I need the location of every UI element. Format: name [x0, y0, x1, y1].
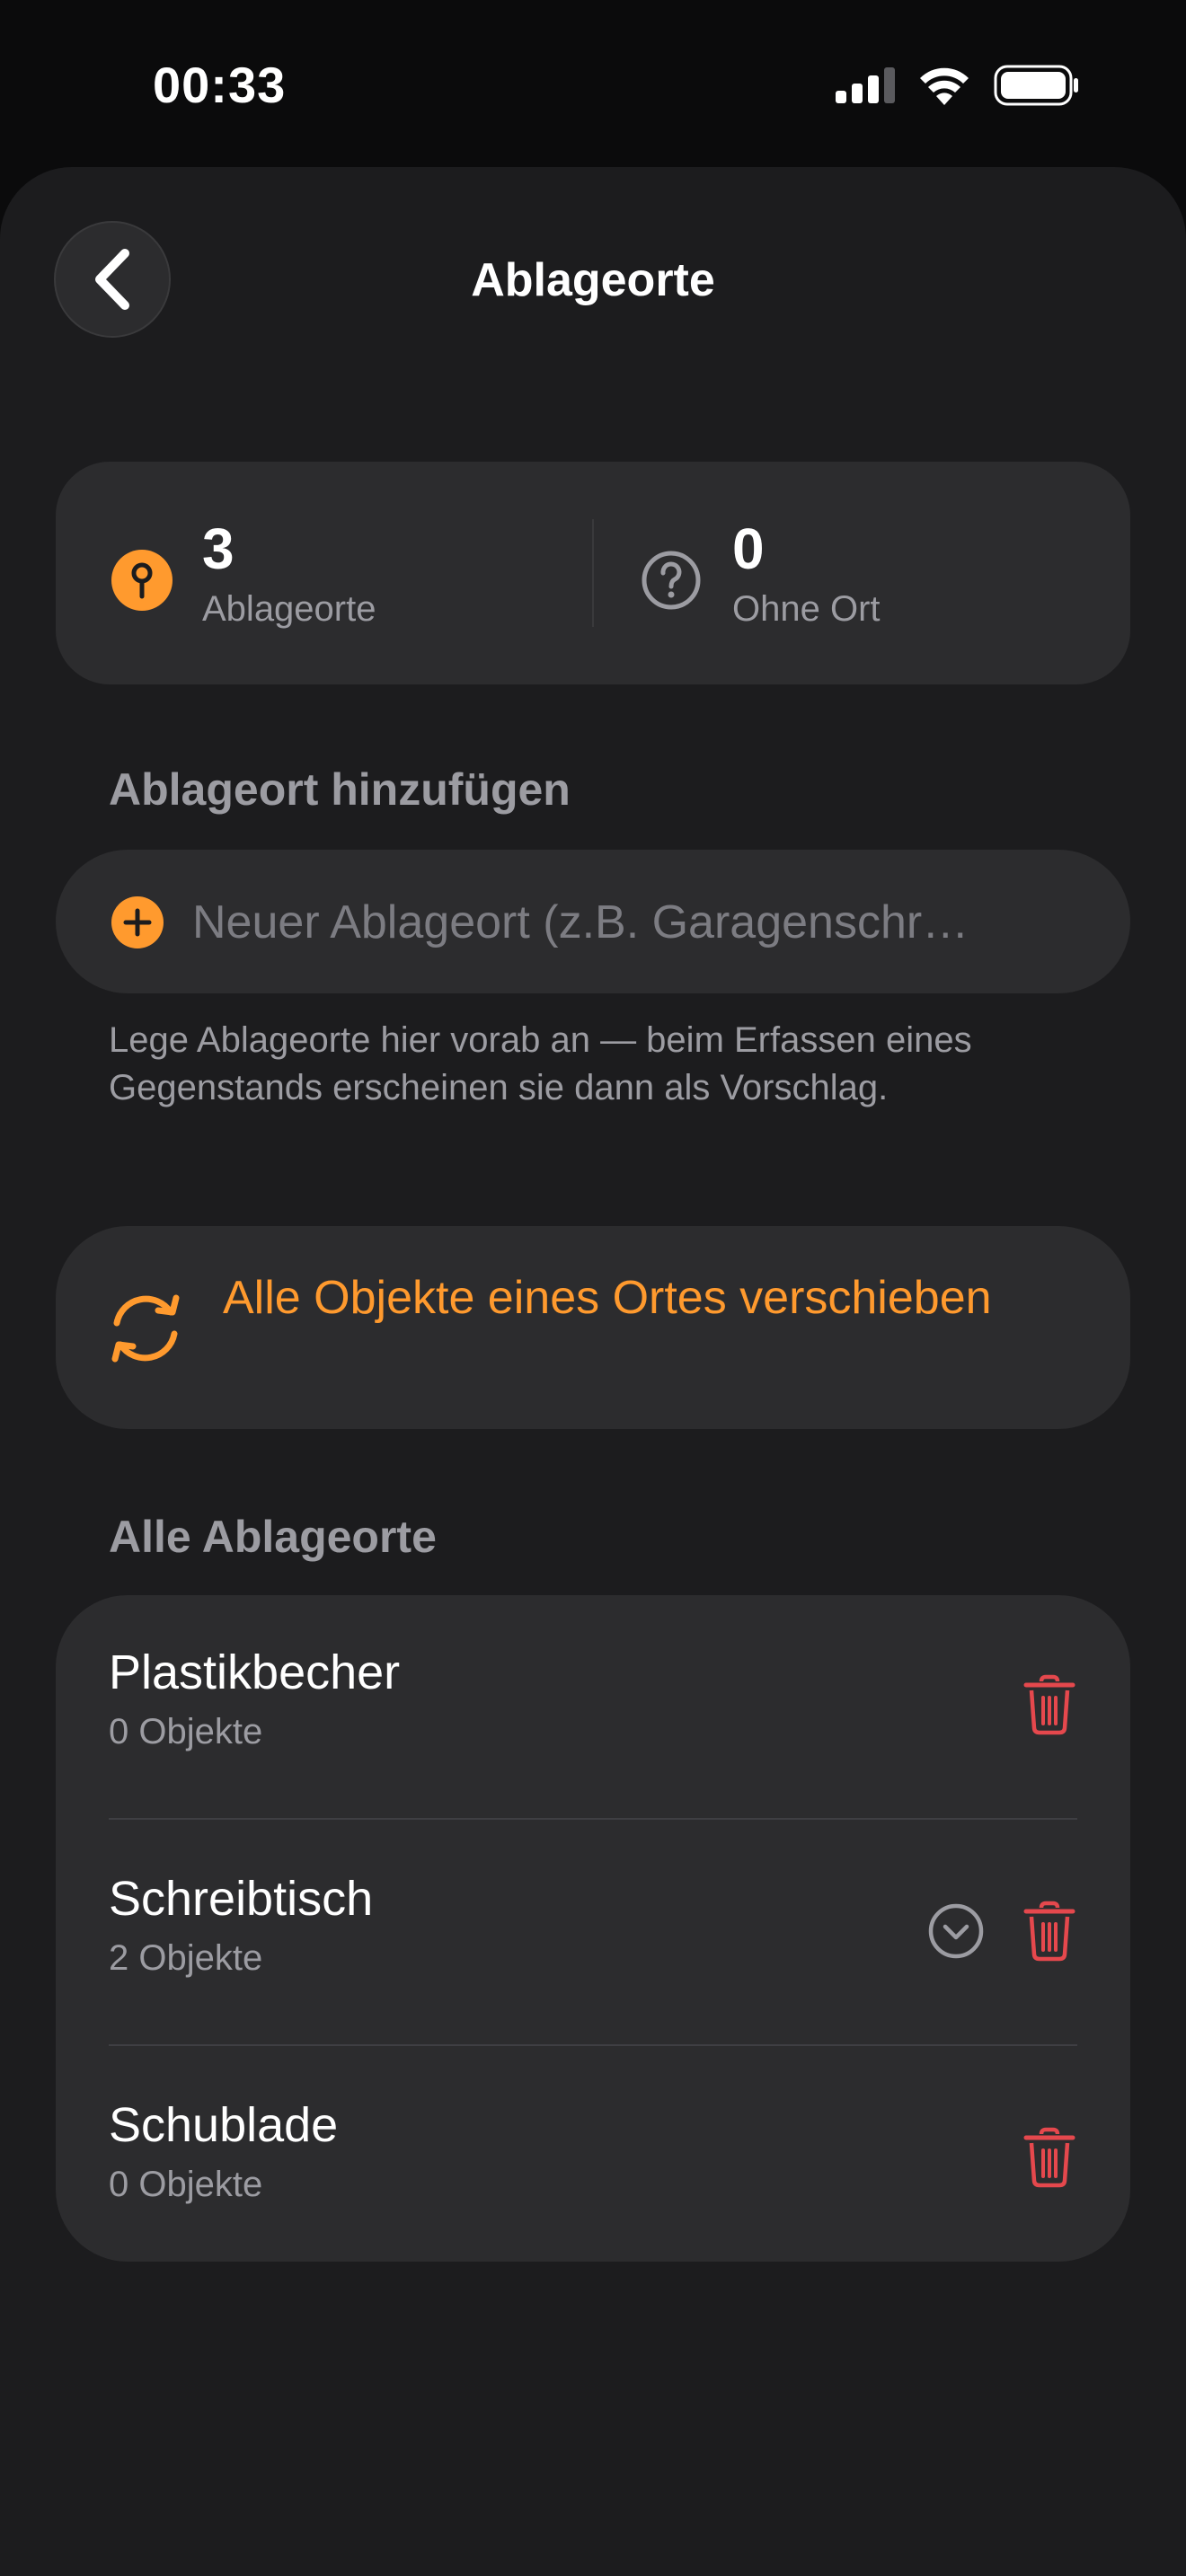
location-name: Plastikbecher — [109, 1645, 401, 1699]
chevron-down-circle-icon[interactable] — [927, 1902, 985, 1960]
wifi-icon — [920, 67, 969, 105]
stat-unassigned: 0 Ohne Ort — [594, 462, 1130, 684]
move-all-objects-button[interactable]: Alle Objekte eines Ortes verschieben — [56, 1226, 1130, 1429]
question-circle-icon — [642, 551, 701, 610]
new-location-input[interactable] — [190, 886, 1111, 959]
stat-unassigned-value: 0 — [732, 516, 765, 581]
list-item[interactable]: Schublade 0 Objekte — [56, 2048, 1130, 2262]
stat-locations-value: 3 — [202, 516, 235, 581]
pin-icon — [111, 550, 173, 611]
row-divider — [109, 1818, 1077, 1820]
arrows-cycle-icon — [111, 1294, 180, 1363]
status-bar: 00:33 — [0, 0, 1186, 171]
trash-icon[interactable] — [1022, 2127, 1076, 2188]
page-title: Ablageorte — [471, 254, 715, 306]
row-divider — [109, 2044, 1077, 2046]
list-item[interactable]: Schreibtisch 2 Objekte — [56, 1822, 1130, 2046]
location-count: 0 Objekte — [109, 2165, 263, 2204]
move-all-objects-label: Alle Objekte eines Ortes verschieben — [223, 1272, 992, 1324]
stat-locations: 3 Ablageorte — [56, 462, 592, 684]
list-item[interactable]: Plastikbecher 0 Objekte — [56, 1595, 1130, 1820]
status-icons — [836, 65, 1080, 106]
stat-unassigned-label: Ohne Ort — [732, 589, 881, 629]
location-count: 2 Objekte — [109, 1938, 263, 1978]
trash-icon[interactable] — [1022, 1901, 1076, 1962]
location-count: 0 Objekte — [109, 1712, 263, 1751]
add-hint-text: Lege Ablageorte hier vorab an — beim Erf… — [109, 1020, 972, 1107]
stat-locations-label: Ablageorte — [202, 589, 376, 629]
new-location-field[interactable] — [56, 850, 1130, 993]
list-section-heading: Alle Ablageorte — [109, 1512, 437, 1562]
battery-icon — [994, 65, 1078, 106]
cellular-signal-icon — [836, 67, 895, 103]
location-name: Schublade — [109, 2098, 339, 2152]
trash-icon[interactable] — [1022, 1674, 1076, 1735]
locations-list: Plastikbecher 0 Objekte Schreibtisch 2 O… — [56, 1595, 1130, 2262]
location-name: Schreibtisch — [109, 1872, 374, 1926]
plus-circle-icon — [111, 896, 164, 948]
add-section-heading: Ablageort hinzufügen — [109, 764, 571, 815]
stats-card: 3 Ablageorte 0 Ohne Ort — [56, 462, 1130, 684]
locations-sheet: Ablageorte 3 Ablageorte 0 Ohne Ort Ablag… — [0, 167, 1186, 2576]
status-time: 00:33 — [153, 57, 287, 113]
